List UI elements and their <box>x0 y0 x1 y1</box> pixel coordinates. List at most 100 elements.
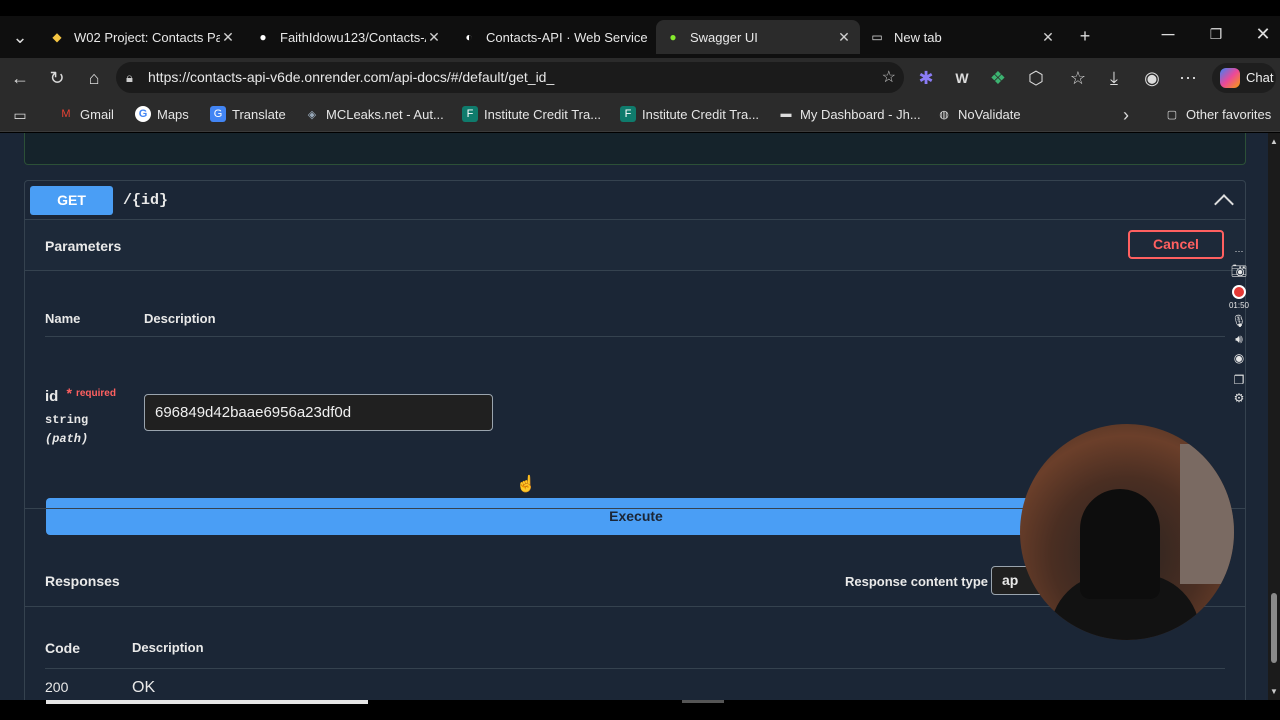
required-asterisk: * <box>66 385 72 401</box>
scroll-down-arrow[interactable]: ▼ <box>1270 687 1278 696</box>
record-icon[interactable] <box>1232 285 1246 299</box>
required-label: required <box>75 388 116 399</box>
gmail-icon: M <box>61 108 71 120</box>
bookmark-institute-credit-2[interactable]: F Institute Credit Tra... <box>620 106 759 122</box>
tab-newtab[interactable]: ▭ New tab ✕ <box>860 20 1064 54</box>
extension-leaf-icon[interactable]: ❖ <box>986 66 1010 90</box>
operation-summary[interactable]: GET /{id} <box>25 181 1245 220</box>
bookmark-my-dashboard[interactable]: ▬ My Dashboard - Jh... <box>778 106 921 122</box>
tab-label: Contacts-API · Web Service <box>486 29 648 45</box>
bookmarks-bar: ▭ M Gmail G Maps G Translate ◈ MCLeaks.net -… <box>0 98 1280 132</box>
tab-swagger[interactable]: ● Swagger UI ✕ <box>656 20 860 54</box>
vertical-scrollbar[interactable]: ▲ ▼ <box>1268 133 1280 700</box>
microphone-icon[interactable]: 🎙︎ <box>1228 314 1250 328</box>
bookmark-label: Institute Credit Tra... <box>484 106 602 122</box>
param-location: (path) <box>45 432 89 446</box>
tab-label: FaithIdowu123/Contacts-AP <box>280 29 426 45</box>
tab-actions-menu-button[interactable]: ⌄ <box>8 25 32 49</box>
method-badge: GET <box>30 186 113 215</box>
minimize-button[interactable]: ─ <box>1156 22 1180 46</box>
param-name: id * required <box>45 385 116 405</box>
google-icon: G <box>135 106 151 122</box>
settings-gear-icon[interactable]: ⚙ <box>1228 391 1250 405</box>
horizontal-scroll-thumb[interactable] <box>46 700 368 704</box>
chat-label: Chat <box>1246 70 1274 85</box>
webcam-icon[interactable]: ◉ <box>1228 351 1250 365</box>
tablet-icon[interactable]: ▭ <box>8 103 32 127</box>
extensions-icon[interactable]: ⬡ <box>1024 66 1048 90</box>
new-tab-button[interactable]: + <box>1073 24 1097 48</box>
weekly-icon: ◆ <box>52 30 62 44</box>
screen-icon[interactable]: ❐ <box>1228 373 1250 387</box>
close-icon[interactable]: ✕ <box>220 29 236 46</box>
bookmark-label: Maps <box>157 106 189 122</box>
hand-cursor-icon: ☝ <box>516 476 536 493</box>
parameters-title: Parameters <box>45 238 122 254</box>
scroll-up-arrow[interactable]: ▲ <box>1270 137 1278 146</box>
webcam-overlay[interactable] <box>1020 424 1234 640</box>
endpoint-path: /{id} <box>123 192 169 209</box>
close-icon[interactable]: ✕ <box>426 29 442 46</box>
parameters-header: Parameters Cancel <box>25 220 1245 271</box>
divider <box>45 668 1225 669</box>
speaker-icon[interactable]: 🔊︎ <box>1228 332 1250 347</box>
bookmark-label: Translate <box>232 106 286 122</box>
responses-title: Responses <box>45 573 120 589</box>
background-window <box>1180 444 1234 584</box>
extension-w-icon[interactable]: W <box>950 66 974 90</box>
code-column-header: Code <box>45 640 80 656</box>
tab-github[interactable]: ● FaithIdowu123/Contacts-AP ✕ <box>246 20 450 54</box>
github-icon: ● <box>259 30 267 44</box>
reload-button[interactable]: ↻ <box>45 66 69 90</box>
bookmark-other-favorites[interactable]: ▢ Other favorites <box>1164 106 1271 122</box>
tab-label: New tab <box>894 29 942 45</box>
bookmark-label: Other favorites <box>1186 106 1272 122</box>
back-button[interactable]: ← <box>8 66 32 90</box>
address-bar[interactable]: 🔒︎ https://contacts-api-v6de.onrender.co… <box>116 62 904 93</box>
copilot-chat-button[interactable]: Chat <box>1212 63 1276 93</box>
camera-icon[interactable]: 📷︎ <box>1228 263 1250 279</box>
tab-render[interactable]: ◐ Contacts-API · Web Service <box>452 20 656 54</box>
mcleaks-icon: ◈ <box>307 108 317 121</box>
close-icon[interactable]: ✕ <box>1040 29 1056 46</box>
folder-icon: ▢ <box>1166 108 1178 121</box>
param-type: string <box>45 413 89 427</box>
more-menu-icon[interactable]: ⋯ <box>1176 66 1200 90</box>
profile-avatar[interactable]: ◉ <box>1140 66 1164 90</box>
description-column-header: Description <box>132 640 204 655</box>
extension-gear-icon[interactable]: ✱ <box>914 66 938 90</box>
bookmark-institute-credit-1[interactable]: F Institute Credit Tra... <box>462 106 601 122</box>
downloads-icon[interactable]: ⤓ <box>1102 66 1126 90</box>
bookmark-mcleaks[interactable]: ◈ MCLeaks.net - Aut... <box>304 106 444 122</box>
horizontal-scrollbar[interactable] <box>0 700 1280 720</box>
favorite-star-icon[interactable]: ☆ <box>882 62 896 93</box>
lock-icon[interactable]: 🔒︎ <box>126 62 133 93</box>
tab-weekly[interactable]: ◆ W02 Project: Contacts Part ✕ <box>40 20 244 54</box>
description-column-header: Description <box>144 311 216 326</box>
chevron-up-icon[interactable] <box>1214 194 1234 214</box>
favorites-icon[interactable]: ☆ <box>1066 66 1090 90</box>
home-button[interactable]: ⌂ <box>82 66 106 90</box>
bookmark-novalidate[interactable]: ◍ NoValidate <box>936 106 1020 122</box>
response-code: 200 <box>45 679 69 695</box>
restore-button[interactable]: ❐ <box>1204 22 1228 46</box>
bookmark-translate[interactable]: G Translate <box>210 106 286 122</box>
window-close-button[interactable]: ✕ <box>1251 22 1275 46</box>
bookmark-label: Gmail <box>80 106 114 122</box>
cancel-button[interactable]: Cancel <box>1128 230 1224 259</box>
name-column-header: Name <box>45 311 81 326</box>
scrollbar-thumb[interactable] <box>1271 593 1277 663</box>
close-icon[interactable]: ✕ <box>836 29 852 46</box>
chevron-right-icon[interactable]: › <box>1114 103 1138 127</box>
response-content-type-label: Response content type <box>845 574 989 589</box>
bookmark-gmail[interactable]: M Gmail <box>58 106 114 122</box>
bookmark-maps[interactable]: G Maps <box>135 106 189 122</box>
id-input[interactable]: 696849d42baae6956a23df0d <box>144 394 493 431</box>
translate-icon: G <box>210 106 226 122</box>
drag-handle-icon[interactable]: ⋯ <box>1228 246 1250 257</box>
previous-operation-block <box>24 133 1246 165</box>
recorder-toolbar: ⋯ 📷︎ 01:50 🎙︎ 🔊︎ ◉ ❐ ⚙ <box>1228 246 1250 405</box>
bookmark-label: MCLeaks.net - Aut... <box>326 106 444 122</box>
person-head <box>1080 489 1160 599</box>
param-name-text: id <box>45 388 59 405</box>
